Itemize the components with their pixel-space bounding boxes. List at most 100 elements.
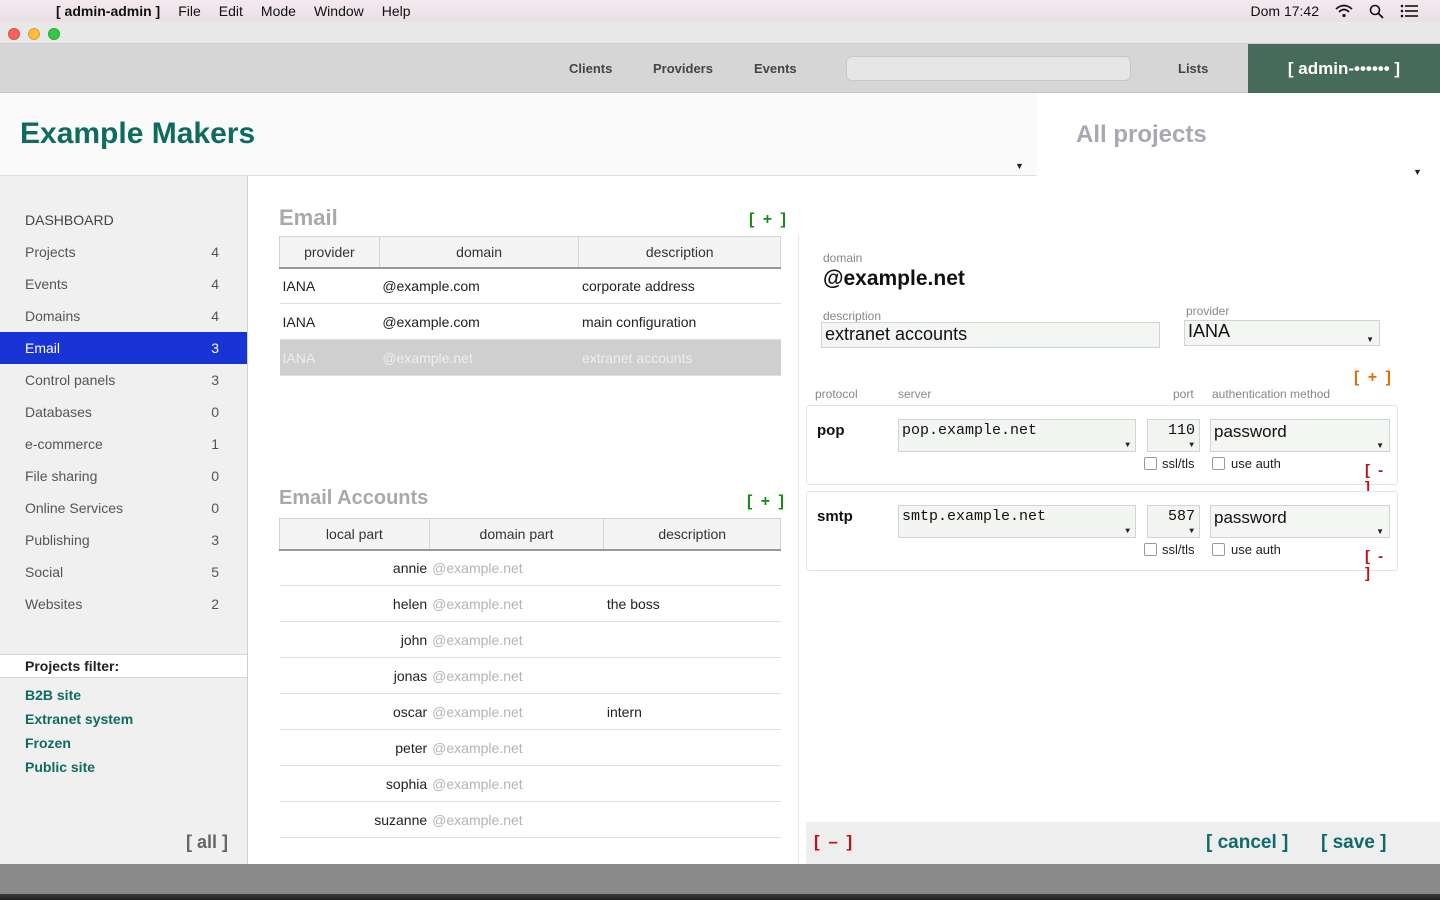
sidebar-item-email[interactable]: Email 3 <box>0 332 247 364</box>
cell-description <box>603 657 781 694</box>
auth-method-select[interactable]: password ▼ <box>1210 419 1390 452</box>
use-auth-label: use auth <box>1231 456 1281 471</box>
sidebar-item-websites[interactable]: Websites 2 <box>0 588 247 620</box>
wifi-icon[interactable] <box>1335 4 1353 18</box>
remove-server-button[interactable]: [ - ] <box>1365 548 1397 582</box>
sidebar-item-count: 2 <box>211 596 219 612</box>
table-row[interactable]: john @example.net <box>279 621 781 658</box>
sidebar-item-online-services[interactable]: Online Services 0 <box>0 492 247 524</box>
column-header-description[interactable]: description <box>578 236 781 269</box>
chevron-down-icon: ▼ <box>1376 527 1384 536</box>
sidebar-item-label: Online Services <box>25 500 124 516</box>
table-row[interactable]: peter @example.net <box>279 729 781 766</box>
sidebar-item-domains[interactable]: Domains 4 <box>0 300 247 332</box>
cell-domain-part: @example.net <box>429 801 604 838</box>
server-field[interactable]: smtp.example.net ▼ <box>898 505 1136 538</box>
sidebar-item-social[interactable]: Social 5 <box>0 556 247 588</box>
clock[interactable]: Dom 17:42 <box>1251 3 1319 19</box>
column-header-provider[interactable]: provider <box>279 236 380 269</box>
sidebar-item-databases[interactable]: Databases 0 <box>0 396 247 428</box>
sidebar-item-label: Email <box>25 340 61 356</box>
ssl-tls-label: ssl/tls <box>1162 542 1195 557</box>
email-table: provider domain description IANA @exampl… <box>279 236 781 376</box>
cell-local-part: suzanne <box>279 801 430 838</box>
column-header-local-part[interactable]: local part <box>279 518 430 551</box>
cancel-button[interactable]: [ cancel ] <box>1206 832 1288 854</box>
use-auth-checkbox[interactable] <box>1212 543 1225 556</box>
table-row[interactable]: jonas @example.net <box>279 657 781 694</box>
table-row[interactable]: IANA @example.com main configuration <box>279 303 781 340</box>
zoom-window-button[interactable] <box>48 28 60 40</box>
cell-local-part: oscar <box>279 693 430 730</box>
top-navigation: Clients Providers Events Lists [ admin-•… <box>0 44 1440 93</box>
use-auth-label: use auth <box>1231 542 1281 557</box>
sidebar-item-publishing[interactable]: Publishing 3 <box>0 524 247 556</box>
project-selector[interactable]: All projects <box>1076 121 1207 149</box>
app-menu[interactable]: [ admin-admin ] <box>56 3 160 19</box>
chevron-down-icon[interactable]: ▼ <box>1015 161 1024 171</box>
sidebar-item-dashboard[interactable]: DASHBOARD <box>0 204 247 236</box>
sidebar-item-label: Publishing <box>25 532 90 548</box>
cell-local-part: john <box>279 621 430 658</box>
menu-window[interactable]: Window <box>314 3 364 19</box>
menu-edit[interactable]: Edit <box>219 3 243 19</box>
close-window-button[interactable] <box>8 28 20 40</box>
chevron-down-icon: ▼ <box>1366 335 1374 344</box>
sidebar-item-file-sharing[interactable]: File sharing 0 <box>0 460 247 492</box>
ssl-tls-checkbox[interactable] <box>1144 457 1157 470</box>
filter-public-site[interactable]: Public site <box>25 759 95 775</box>
protocol-label: pop <box>817 422 845 439</box>
table-row[interactable]: suzanne @example.net <box>279 801 781 838</box>
search-icon[interactable] <box>1369 4 1384 19</box>
nav-events[interactable]: Events <box>754 44 797 93</box>
sidebar-item-events[interactable]: Events 4 <box>0 268 247 300</box>
sidebar-item-label: Events <box>25 276 68 292</box>
save-button[interactable]: [ save ] <box>1321 832 1386 854</box>
auth-column-label: authentication method <box>1212 387 1331 401</box>
table-row[interactable]: IANA @example.com corporate address <box>279 267 781 304</box>
menu-file[interactable]: File <box>178 3 201 19</box>
use-auth-checkbox[interactable] <box>1212 457 1225 470</box>
add-server-button[interactable]: [ + ] <box>1354 369 1393 387</box>
client-selector[interactable]: Example Makers ▼ <box>0 93 1037 176</box>
form-footer: [ – ] [ cancel ] [ save ] <box>806 822 1440 864</box>
list-icon[interactable] <box>1400 4 1418 18</box>
sidebar-item-e-commerce[interactable]: e-commerce 1 <box>0 428 247 460</box>
ssl-tls-checkbox[interactable] <box>1144 543 1157 556</box>
table-row[interactable]: annie @example.net <box>279 549 781 586</box>
sidebar-item-label: Websites <box>25 596 83 612</box>
sidebar-item-count: 3 <box>211 340 219 356</box>
nav-providers[interactable]: Providers <box>653 44 713 93</box>
port-field[interactable]: 110 ▼ <box>1147 419 1200 452</box>
description-field[interactable]: extranet accounts <box>821 322 1160 348</box>
nav-lists[interactable]: Lists <box>1178 44 1208 93</box>
column-header-description[interactable]: description <box>603 518 781 551</box>
add-account-button[interactable]: [ + ] <box>747 493 786 511</box>
table-row-selected[interactable]: IANA @example.net extranet accounts <box>279 339 781 376</box>
sidebar-item-control-panels[interactable]: Control panels 3 <box>0 364 247 396</box>
column-header-domain-part[interactable]: domain part <box>428 518 605 551</box>
auth-method-select[interactable]: password ▼ <box>1210 505 1390 538</box>
table-row[interactable]: helen @example.net the boss <box>279 585 781 622</box>
add-email-button[interactable]: [ + ] <box>749 211 788 229</box>
provider-select[interactable]: IANA ▼ <box>1184 320 1380 346</box>
menu-help[interactable]: Help <box>382 3 411 19</box>
sidebar-item-projects[interactable]: Projects 4 <box>0 236 247 268</box>
show-all-button[interactable]: [ all ] <box>186 832 228 853</box>
filter-frozen[interactable]: Frozen <box>25 735 71 751</box>
delete-record-button[interactable]: [ – ] <box>814 832 854 852</box>
table-row[interactable]: oscar @example.net intern <box>279 693 781 730</box>
nav-clients[interactable]: Clients <box>569 44 612 93</box>
port-field[interactable]: 587 ▼ <box>1147 505 1200 538</box>
server-field[interactable]: pop.example.net ▼ <box>898 419 1136 452</box>
user-menu-button[interactable]: [ admin-•••••• ] <box>1248 44 1440 93</box>
divider <box>798 236 799 864</box>
minimize-window-button[interactable] <box>28 28 40 40</box>
filter-b2b-site[interactable]: B2B site <box>25 687 81 703</box>
auth-method-value: password <box>1214 508 1287 527</box>
menu-mode[interactable]: Mode <box>261 3 296 19</box>
search-input[interactable] <box>846 56 1131 81</box>
column-header-domain[interactable]: domain <box>378 236 580 269</box>
filter-extranet-system[interactable]: Extranet system <box>25 711 133 727</box>
table-row[interactable]: sophia @example.net <box>279 765 781 802</box>
